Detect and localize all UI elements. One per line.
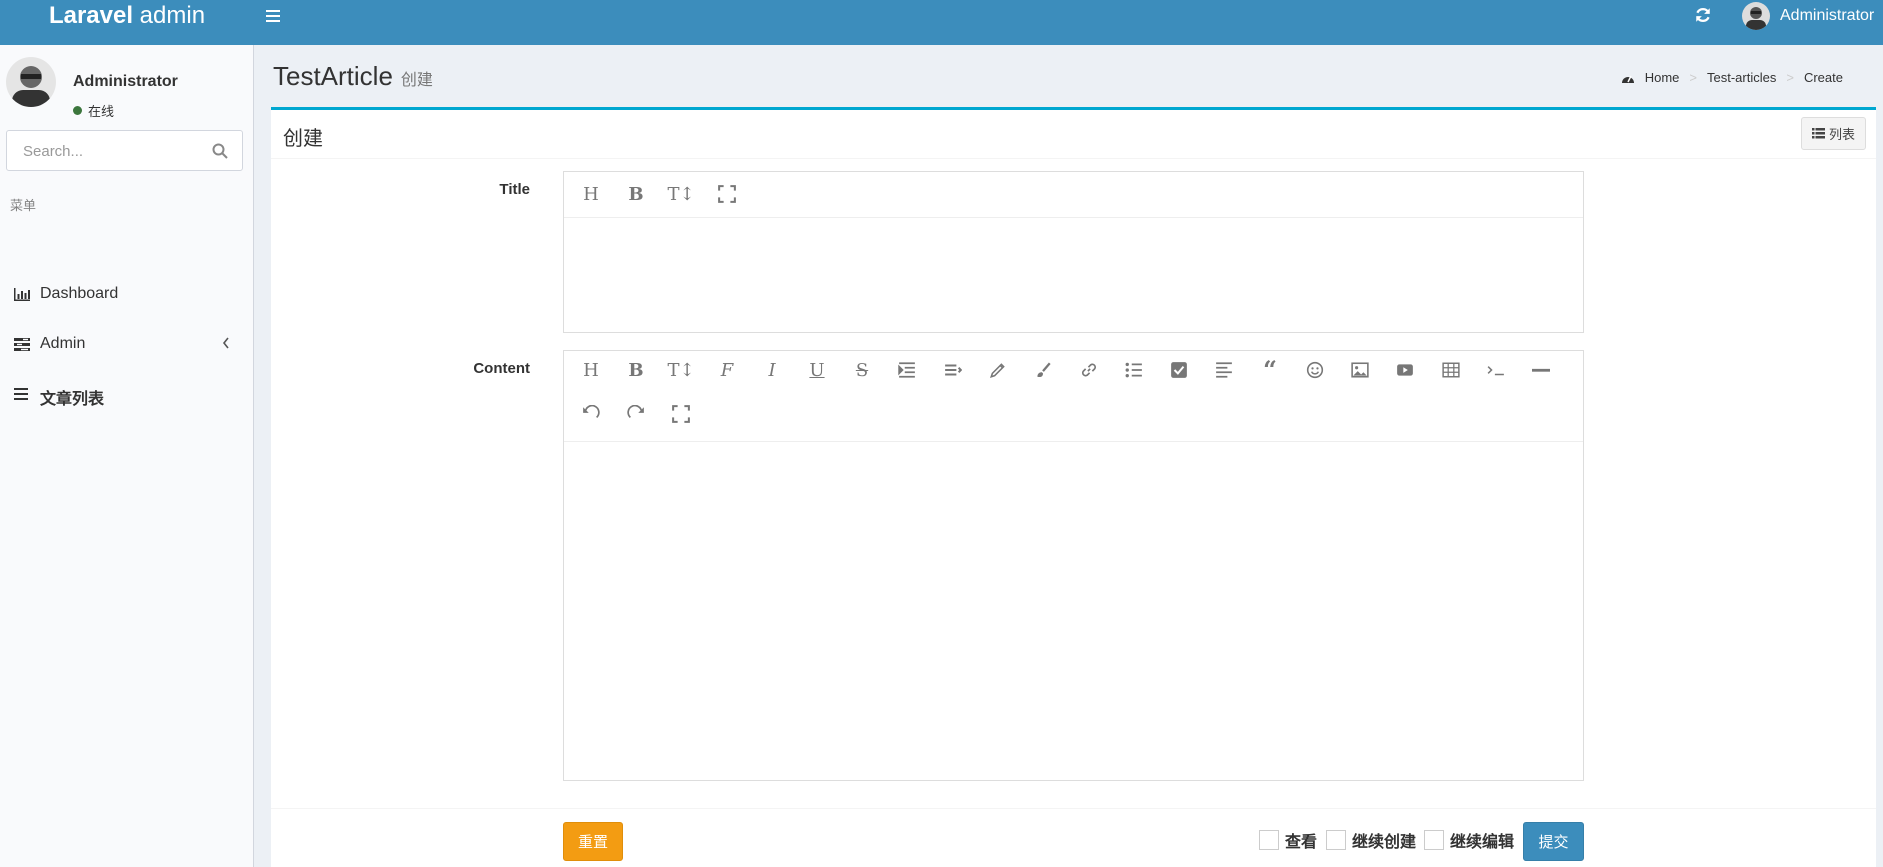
tasks-icon bbox=[14, 338, 30, 351]
checkbox-icon[interactable] bbox=[1424, 830, 1444, 850]
dashboard-icon bbox=[1621, 75, 1634, 83]
top-navbar: Laravel admin Administrator bbox=[0, 0, 1883, 45]
view-checkbox[interactable]: 查看 bbox=[1259, 828, 1317, 852]
sidebar-item-dashboard[interactable]: Dashboard bbox=[0, 270, 253, 318]
emoji-icon[interactable] bbox=[1304, 359, 1326, 381]
user-status: 在线 bbox=[73, 101, 114, 120]
fullscreen-icon[interactable] bbox=[670, 403, 692, 425]
sidebar-user-name: Administrator bbox=[73, 73, 178, 90]
breadcrumb-test-articles[interactable]: Test-articles bbox=[1707, 70, 1776, 85]
text-height-icon[interactable]: T↕ bbox=[667, 359, 694, 381]
checkbox-icon[interactable] bbox=[1168, 359, 1190, 381]
continue-edit-checkbox[interactable]: 继续编辑 bbox=[1424, 828, 1514, 852]
list-icon bbox=[1811, 128, 1825, 139]
sidebar-item-articles[interactable]: 文章列表 bbox=[0, 370, 253, 418]
italic-icon[interactable]: I bbox=[761, 359, 783, 381]
content-editor-area[interactable] bbox=[564, 443, 1583, 780]
top-user-menu[interactable]: Administrator bbox=[1742, 2, 1874, 30]
sidebar-toggle-icon[interactable] bbox=[266, 4, 290, 28]
title-label: Title bbox=[499, 181, 530, 198]
sidebar-search bbox=[6, 130, 243, 171]
menu-header: 菜单 bbox=[10, 198, 37, 213]
horizontal-rule-icon[interactable] bbox=[1530, 359, 1552, 381]
checkbox-icon[interactable] bbox=[1259, 830, 1279, 850]
reset-button[interactable]: 重置 bbox=[563, 822, 623, 861]
fullscreen-icon[interactable] bbox=[716, 183, 738, 205]
breadcrumb-create: Create bbox=[1803, 70, 1843, 85]
search-input[interactable] bbox=[21, 141, 201, 161]
quote-icon[interactable]: “ bbox=[1259, 358, 1281, 382]
bold-icon[interactable]: B bbox=[625, 359, 647, 381]
align-left-icon[interactable] bbox=[1213, 359, 1235, 381]
app-logo[interactable]: Laravel admin bbox=[0, 0, 254, 45]
content-editor: H B T↕ F I U S “ bbox=[563, 350, 1584, 781]
heading-icon[interactable]: H bbox=[580, 183, 602, 205]
avatar bbox=[6, 57, 56, 107]
content-editor-toolbar: H B T↕ F I U S “ bbox=[564, 351, 1583, 442]
continue-create-checkbox[interactable]: 继续创建 bbox=[1326, 828, 1416, 852]
bars-icon bbox=[14, 388, 28, 400]
text-height-icon[interactable]: T↕ bbox=[667, 183, 694, 205]
user-panel: Administrator 在线 bbox=[6, 57, 246, 119]
underline-icon[interactable]: U bbox=[806, 359, 828, 381]
checkbox-icon[interactable] bbox=[1326, 830, 1346, 850]
online-status-icon bbox=[73, 106, 82, 115]
heading-icon[interactable]: H bbox=[580, 359, 602, 381]
title-editor-area[interactable] bbox=[564, 219, 1583, 332]
image-icon[interactable] bbox=[1349, 359, 1371, 381]
page-subtitle: 创建 bbox=[400, 72, 433, 89]
strikethrough-icon[interactable]: S bbox=[851, 359, 873, 381]
sidebar: Administrator 在线 菜单 Dashboard Admin 文章列表 bbox=[0, 45, 254, 867]
indent-icon[interactable] bbox=[896, 359, 918, 381]
paint-brush-icon[interactable] bbox=[1032, 359, 1054, 381]
divider bbox=[271, 808, 1876, 809]
content-label: Content bbox=[473, 360, 530, 377]
avatar bbox=[1742, 2, 1770, 30]
title-editor: H B T↕ bbox=[563, 171, 1584, 333]
bold-icon[interactable]: B bbox=[625, 183, 647, 205]
brush-icon[interactable] bbox=[987, 359, 1009, 381]
redo-icon[interactable] bbox=[625, 403, 647, 425]
box-title: 创建 bbox=[283, 128, 323, 150]
link-icon[interactable] bbox=[1078, 359, 1100, 381]
page-title: TestArticle 创建 bbox=[273, 61, 433, 91]
sidebar-item-admin[interactable]: Admin bbox=[0, 320, 253, 368]
search-icon[interactable] bbox=[212, 143, 228, 159]
align-icon[interactable] bbox=[942, 359, 964, 381]
breadcrumb: Home > Test-articles > Create bbox=[1621, 70, 1843, 85]
bar-chart-icon bbox=[14, 288, 30, 301]
list-icon[interactable] bbox=[1123, 359, 1145, 381]
video-icon[interactable] bbox=[1394, 359, 1416, 381]
form-box: 创建 列表 Title H B T↕ Content H B T↕ F I U … bbox=[271, 107, 1876, 867]
chevron-left-icon bbox=[222, 337, 229, 349]
undo-icon[interactable] bbox=[580, 403, 602, 425]
breadcrumb-home[interactable]: Home bbox=[1645, 70, 1680, 85]
list-button[interactable]: 列表 bbox=[1800, 117, 1866, 150]
top-user-name: Administrator bbox=[1780, 7, 1875, 24]
table-icon[interactable] bbox=[1440, 359, 1462, 381]
divider bbox=[271, 158, 1876, 159]
refresh-icon[interactable] bbox=[1694, 6, 1712, 24]
font-icon[interactable]: F bbox=[716, 359, 738, 381]
submit-button[interactable]: 提交 bbox=[1523, 822, 1584, 861]
code-icon[interactable] bbox=[1485, 359, 1507, 381]
title-editor-toolbar: H B T↕ bbox=[564, 172, 1583, 218]
